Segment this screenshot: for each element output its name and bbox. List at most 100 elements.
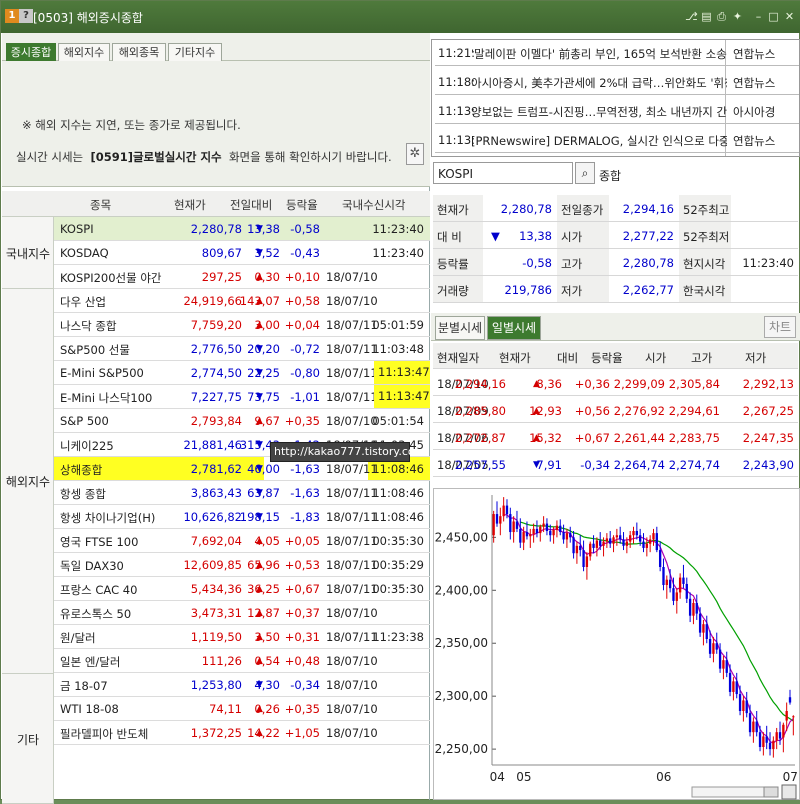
copy-icon[interactable]: ▤	[700, 10, 713, 23]
news-item[interactable]: 11:13: [PRNewswire] DERMALOG, 실시간 인식으로 다중…	[435, 127, 799, 153]
table-row[interactable]: 유로스톡스 50 3,473,31 ▲ 12,87 +0,37 18/07/10	[54, 601, 430, 625]
candle-body	[725, 660, 728, 673]
candle-body	[635, 531, 639, 536]
daily-row[interactable]: 18/07/10 2,294,16 8,36 +0,36 2,299,09 2,305,8…	[433, 370, 798, 396]
symbol-input[interactable]: KOSPI	[433, 162, 573, 184]
table-row[interactable]: 독일 DAX30 12,609,85 ▲ 65,96 +0,53 18/07/11 00:3…	[54, 553, 430, 577]
row-name: 일본 엔/달러	[60, 655, 121, 669]
row-rate: -1,01	[290, 390, 320, 404]
table-row[interactable]: KOSPI200선물 야간 297,25 ▲ 0,30 +0,10 18/07/10	[54, 265, 430, 289]
table-row[interactable]: 나스닥 종합 7,759,20 ▲ 3,00 +0,04 18/07/11 05:01:59	[54, 313, 430, 337]
candle-body	[778, 732, 782, 739]
table-row[interactable]: E-Mini S&P500 2,774,50 ▼ 22,25 -0,80 18/07/11…	[54, 361, 430, 385]
daily-cell-chg: 7,91	[536, 458, 562, 472]
notice-screen-link[interactable]: [0591]글로벌실시간 지수	[90, 150, 221, 164]
tab-other-index[interactable]: 기타지수	[168, 43, 222, 61]
news-item[interactable]: 11:21: '말레이판 이멜다' 前총리 부인, 165억 보석반환 소송 연합뉴…	[435, 40, 799, 66]
table-row[interactable]: 원/달러 1,119,50 ▲ 3,50 +0,31 18/07/11 11:23:38	[54, 625, 430, 649]
row-price: 3,863,43	[190, 486, 242, 500]
news-item[interactable]: 11:18: 아시아증시, 美추가관세에 2%대 급락…위안화도 '휘청' 연합뉴스	[435, 69, 799, 95]
candle-body	[505, 505, 509, 515]
row-price: 297,25	[201, 270, 242, 284]
candle-body	[712, 643, 715, 654]
maximize-icon[interactable]: □	[767, 10, 780, 23]
row-date: 18/07/11	[326, 366, 378, 380]
url-tooltip: http://kakao777.tistory.com	[270, 442, 425, 462]
candle-body	[742, 700, 745, 711]
row-date: 18/07/11	[326, 558, 378, 572]
row-change: 73,75	[247, 390, 280, 404]
candle-body	[522, 532, 525, 543]
tab-overseas-stocks[interactable]: 해외종목	[112, 43, 166, 61]
table-row[interactable]: 금 18-07 1,253,80 ▼ 4,30 -0,34 18/07/10	[54, 673, 430, 697]
minimize-icon[interactable]: –	[752, 10, 765, 23]
row-name: 항셍 차이나기업(H)	[60, 511, 156, 525]
quote-value: 13,38	[519, 229, 552, 243]
candle-body	[575, 545, 579, 554]
row-time: 00:35:30	[372, 582, 424, 596]
candle-body	[509, 514, 512, 533]
quote-value: 2,277,22	[622, 229, 674, 243]
news-item[interactable]: 11:13: 양보없는 트럼프-시진핑…무역전쟁, 최소 내년까지 간다 아시아경	[435, 98, 799, 124]
candle-body	[502, 505, 505, 517]
row-change: 4,05	[254, 534, 280, 548]
daily-row[interactable]: 18/07/09 2,285,80 12,93 +0,56 2,276,92 2,294,…	[433, 397, 798, 423]
close-icon[interactable]: ✕	[783, 10, 796, 23]
left-panel: 증시종합 해외지수 해외종목 기타지수 ※ 해외 지수는 지연, 또는 종가로 …	[2, 33, 430, 804]
table-row[interactable]: 프랑스 CAC 40 5,434,36 ▲ 36,25 +0,67 18/07/11 00:…	[54, 577, 430, 601]
daily-cell-high: 2,294,61	[668, 404, 720, 418]
candle-body	[619, 535, 622, 540]
x-tick-label: 06	[656, 770, 671, 784]
table-row[interactable]: 일본 엔/달러 111,26 ▲ 0,54 +0,48 18/07/10	[54, 649, 430, 673]
link-icon[interactable]: ⎇	[685, 10, 698, 23]
header-time: 국내수신시각	[342, 198, 406, 212]
table-row[interactable]: WTI 18-08 74,11 ▲ 0,26 +0,35 18/07/10	[54, 697, 430, 721]
table-row[interactable]: 영국 FTSE 100 7,692,04 ▲ 4,05 +0,05 18/07/11 00:…	[54, 529, 430, 553]
header-name: 종목	[90, 198, 112, 212]
candle-body	[645, 543, 648, 548]
daily-cell-high: 2,283,75	[668, 431, 720, 445]
chart-expand-button	[781, 784, 797, 800]
window-number-badge[interactable]: 1	[5, 9, 19, 23]
search-icon[interactable]: ⌕	[575, 162, 595, 184]
tab-overseas-index[interactable]: 해외지수	[58, 43, 110, 61]
tab-market-overview[interactable]: 증시종합	[6, 43, 56, 61]
row-date: 18/07/10	[326, 726, 378, 740]
table-row[interactable]: S&P500 선물 2,776,50 ▼ 20,20 -0,72 18/07/11 11:0…	[54, 337, 430, 361]
news-source: 연합뉴스	[733, 47, 776, 61]
settings-icon[interactable]: ✦	[731, 10, 744, 23]
row-time: 00:35:29	[372, 558, 424, 572]
table-row[interactable]: 필라델피아 반도체 1,372,25 ▲ 14,22 +1,05 18/07/10	[54, 721, 430, 745]
tab-minute-price[interactable]: 분별시세	[435, 316, 485, 340]
x-tick-label: 05	[516, 770, 531, 784]
candle-body	[532, 528, 535, 535]
help-badge[interactable]: ?	[19, 9, 33, 23]
table-row[interactable]: 다우 산업 24,919,66 ▲ 143,07 +0,58 18/07/10	[54, 289, 430, 313]
daily-row[interactable]: 18/07/06 2,272,87 15,32 +0,67 2,261,44 2,283,…	[433, 424, 798, 450]
row-price: 2,280,78	[190, 222, 242, 236]
daily-header-cell: 현재가	[499, 351, 531, 365]
row-time: 11:13:47	[374, 385, 430, 408]
row-date: 18/07/11	[326, 390, 378, 404]
table-row[interactable]: KOSDAQ 809,67 ▼ 3,52 -0,43 11:23:40	[54, 241, 430, 265]
daily-cell-open: 2,299,09	[613, 377, 665, 391]
table-row[interactable]: E-Mini 나스닥100 7,227,75 ▼ 73,75 -1,01 18/07/11…	[54, 385, 430, 409]
row-name: KOSPI	[60, 222, 94, 236]
tab-daily-price[interactable]: 일별시세	[487, 316, 541, 340]
row-change: 3,50	[254, 630, 280, 644]
candle-body	[752, 721, 755, 733]
candle-body	[582, 550, 585, 567]
header-change: 전일대비	[230, 198, 273, 212]
daily-row[interactable]: 18/07/05 2,257,55 7,91 -0,34 2,264,74 2,274,7…	[433, 451, 798, 477]
table-row[interactable]: 항셍 종합 3,863,43 ▼ 63,87 -1,63 18/07/11 11:08:46	[54, 481, 430, 505]
gear-icon[interactable]: ✲	[406, 143, 424, 165]
candle-body	[705, 624, 708, 639]
row-price: 2,776,50	[190, 342, 242, 356]
row-rate: +0,67	[284, 582, 320, 596]
daily-header-cell: 대비	[557, 351, 579, 365]
table-row[interactable]: KOSPI 2,280,78 ▼ 13,38 -0,58 11:23:40	[54, 217, 430, 241]
table-row[interactable]: 항셍 차이나기업(H) 10,626,82 ▼ 198,15 -1,83 18/07/11…	[54, 505, 430, 529]
chart-button[interactable]: 차트	[764, 316, 796, 338]
print-icon[interactable]: ⎙	[715, 10, 728, 23]
table-row[interactable]: S&P 500 2,793,84 ▲ 9,67 +0,35 18/07/10 05:01:5…	[54, 409, 430, 433]
